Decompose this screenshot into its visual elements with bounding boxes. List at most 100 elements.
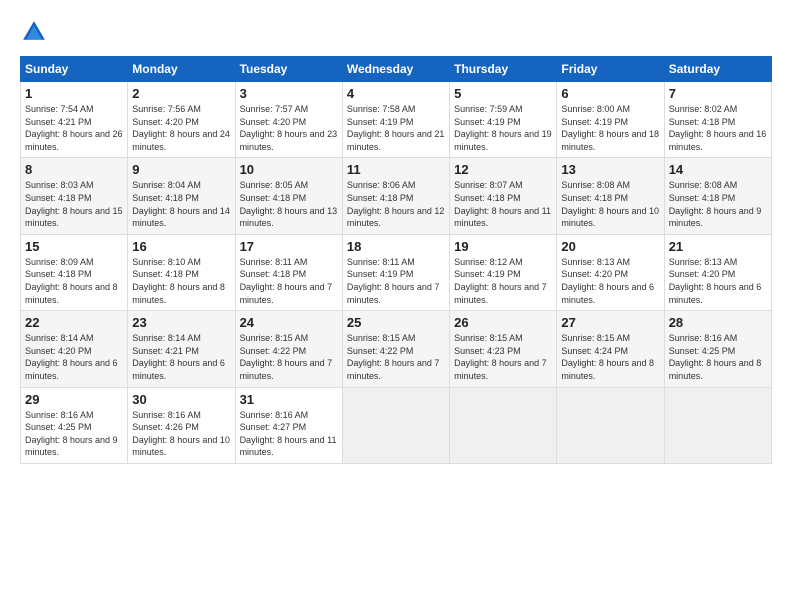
cell-info: Sunrise: 8:12 AM Sunset: 4:19 PM Dayligh… — [454, 256, 552, 306]
calendar-cell: 24 Sunrise: 8:15 AM Sunset: 4:22 PM Dayli… — [235, 311, 342, 387]
cell-info: Sunrise: 8:11 AM Sunset: 4:19 PM Dayligh… — [347, 256, 445, 306]
cell-info: Sunrise: 8:15 AM Sunset: 4:22 PM Dayligh… — [347, 332, 445, 382]
calendar-cell: 15Sunrise: 8:09 AM Sunset: 4:18 PM Dayli… — [21, 234, 128, 310]
day-number: 3 — [240, 86, 338, 101]
col-header-wednesday: Wednesday — [342, 57, 449, 82]
cell-info: Sunrise: 8:14 AM Sunset: 4:20 PM Dayligh… — [25, 332, 123, 382]
day-number: 31 — [240, 392, 338, 407]
cell-info: Sunrise: 8:14 AM Sunset: 4:21 PM Dayligh… — [132, 332, 230, 382]
day-number: 11 — [347, 162, 445, 177]
cell-info: Sunrise: 8:16 AM Sunset: 4:25 PM Dayligh… — [669, 332, 767, 382]
day-number: 30 — [132, 392, 230, 407]
day-number: 27 — [561, 315, 659, 330]
cell-info: Sunrise: 8:08 AM Sunset: 4:18 PM Dayligh… — [561, 179, 659, 229]
week-row-2: 8Sunrise: 8:03 AM Sunset: 4:18 PM Daylig… — [21, 158, 772, 234]
calendar-cell — [664, 387, 771, 463]
calendar-cell: 5 Sunrise: 7:59 AM Sunset: 4:19 PM Daylig… — [450, 82, 557, 158]
cell-info: Sunrise: 8:15 AM Sunset: 4:23 PM Dayligh… — [454, 332, 552, 382]
col-header-saturday: Saturday — [664, 57, 771, 82]
calendar-cell: 18 Sunrise: 8:11 AM Sunset: 4:19 PM Dayli… — [342, 234, 449, 310]
cell-info: Sunrise: 8:03 AM Sunset: 4:18 PM Dayligh… — [25, 179, 123, 229]
calendar-cell: 12Sunrise: 8:07 AM Sunset: 4:18 PM Dayli… — [450, 158, 557, 234]
calendar-cell: 28Sunrise: 8:16 AM Sunset: 4:25 PM Dayli… — [664, 311, 771, 387]
calendar-table: SundayMondayTuesdayWednesdayThursdayFrid… — [20, 56, 772, 464]
day-number: 19 — [454, 239, 552, 254]
cell-info: Sunrise: 7:58 AM Sunset: 4:19 PM Dayligh… — [347, 103, 445, 153]
calendar-cell: 25 Sunrise: 8:15 AM Sunset: 4:22 PM Dayli… — [342, 311, 449, 387]
calendar-cell — [557, 387, 664, 463]
cell-info: Sunrise: 8:06 AM Sunset: 4:18 PM Dayligh… — [347, 179, 445, 229]
day-number: 9 — [132, 162, 230, 177]
cell-info: Sunrise: 8:07 AM Sunset: 4:18 PM Dayligh… — [454, 179, 552, 229]
logo — [20, 18, 52, 46]
day-number: 14 — [669, 162, 767, 177]
day-number: 1 — [25, 86, 123, 101]
day-number: 20 — [561, 239, 659, 254]
cell-info: Sunrise: 8:16 AM Sunset: 4:26 PM Dayligh… — [132, 409, 230, 459]
cell-info: Sunrise: 8:00 AM Sunset: 4:19 PM Dayligh… — [561, 103, 659, 153]
day-number: 29 — [25, 392, 123, 407]
calendar-cell: 29 Sunrise: 8:16 AM Sunset: 4:25 PM Dayli… — [21, 387, 128, 463]
day-number: 7 — [669, 86, 767, 101]
cell-info: Sunrise: 8:04 AM Sunset: 4:18 PM Dayligh… — [132, 179, 230, 229]
calendar-cell: 27 Sunrise: 8:15 AM Sunset: 4:24 PM Dayli… — [557, 311, 664, 387]
col-header-thursday: Thursday — [450, 57, 557, 82]
cell-info: Sunrise: 8:15 AM Sunset: 4:24 PM Dayligh… — [561, 332, 659, 382]
calendar-cell: 6 Sunrise: 8:00 AM Sunset: 4:19 PM Daylig… — [557, 82, 664, 158]
day-number: 6 — [561, 86, 659, 101]
calendar-cell: 30 Sunrise: 8:16 AM Sunset: 4:26 PM Dayli… — [128, 387, 235, 463]
page: SundayMondayTuesdayWednesdayThursdayFrid… — [0, 0, 792, 612]
cell-info: Sunrise: 8:10 AM Sunset: 4:18 PM Dayligh… — [132, 256, 230, 306]
cell-info: Sunrise: 7:57 AM Sunset: 4:20 PM Dayligh… — [240, 103, 338, 153]
header — [20, 18, 772, 46]
calendar-cell: 10 Sunrise: 8:05 AM Sunset: 4:18 PM Dayli… — [235, 158, 342, 234]
calendar-cell — [450, 387, 557, 463]
day-number: 2 — [132, 86, 230, 101]
calendar-cell: 16 Sunrise: 8:10 AM Sunset: 4:18 PM Dayli… — [128, 234, 235, 310]
cell-info: Sunrise: 8:16 AM Sunset: 4:25 PM Dayligh… — [25, 409, 123, 459]
calendar-cell: 7Sunrise: 8:02 AM Sunset: 4:18 PM Daylig… — [664, 82, 771, 158]
col-header-sunday: Sunday — [21, 57, 128, 82]
week-row-4: 22 Sunrise: 8:14 AM Sunset: 4:20 PM Dayli… — [21, 311, 772, 387]
cell-info: Sunrise: 8:09 AM Sunset: 4:18 PM Dayligh… — [25, 256, 123, 306]
day-number: 5 — [454, 86, 552, 101]
calendar-cell: 31Sunrise: 8:16 AM Sunset: 4:27 PM Dayli… — [235, 387, 342, 463]
day-number: 22 — [25, 315, 123, 330]
week-row-3: 15Sunrise: 8:09 AM Sunset: 4:18 PM Dayli… — [21, 234, 772, 310]
calendar-cell: 4 Sunrise: 7:58 AM Sunset: 4:19 PM Daylig… — [342, 82, 449, 158]
day-number: 4 — [347, 86, 445, 101]
calendar-cell: 2 Sunrise: 7:56 AM Sunset: 4:20 PM Daylig… — [128, 82, 235, 158]
col-header-tuesday: Tuesday — [235, 57, 342, 82]
calendar-cell: 8Sunrise: 8:03 AM Sunset: 4:18 PM Daylig… — [21, 158, 128, 234]
day-number: 13 — [561, 162, 659, 177]
week-row-5: 29 Sunrise: 8:16 AM Sunset: 4:25 PM Dayli… — [21, 387, 772, 463]
cell-info: Sunrise: 7:56 AM Sunset: 4:20 PM Dayligh… — [132, 103, 230, 153]
cell-info: Sunrise: 7:59 AM Sunset: 4:19 PM Dayligh… — [454, 103, 552, 153]
day-number: 18 — [347, 239, 445, 254]
day-number: 25 — [347, 315, 445, 330]
calendar-cell — [342, 387, 449, 463]
cell-info: Sunrise: 8:13 AM Sunset: 4:20 PM Dayligh… — [561, 256, 659, 306]
col-header-monday: Monday — [128, 57, 235, 82]
col-header-friday: Friday — [557, 57, 664, 82]
day-number: 17 — [240, 239, 338, 254]
header-row: SundayMondayTuesdayWednesdayThursdayFrid… — [21, 57, 772, 82]
calendar-cell: 23 Sunrise: 8:14 AM Sunset: 4:21 PM Dayli… — [128, 311, 235, 387]
day-number: 16 — [132, 239, 230, 254]
cell-info: Sunrise: 8:15 AM Sunset: 4:22 PM Dayligh… — [240, 332, 338, 382]
day-number: 26 — [454, 315, 552, 330]
cell-info: Sunrise: 8:08 AM Sunset: 4:18 PM Dayligh… — [669, 179, 767, 229]
calendar-cell: 13 Sunrise: 8:08 AM Sunset: 4:18 PM Dayli… — [557, 158, 664, 234]
cell-info: Sunrise: 7:54 AM Sunset: 4:21 PM Dayligh… — [25, 103, 123, 153]
cell-info: Sunrise: 8:11 AM Sunset: 4:18 PM Dayligh… — [240, 256, 338, 306]
week-row-1: 1 Sunrise: 7:54 AM Sunset: 4:21 PM Daylig… — [21, 82, 772, 158]
calendar-cell: 9 Sunrise: 8:04 AM Sunset: 4:18 PM Daylig… — [128, 158, 235, 234]
day-number: 23 — [132, 315, 230, 330]
calendar-cell: 1 Sunrise: 7:54 AM Sunset: 4:21 PM Daylig… — [21, 82, 128, 158]
day-number: 24 — [240, 315, 338, 330]
cell-info: Sunrise: 8:05 AM Sunset: 4:18 PM Dayligh… — [240, 179, 338, 229]
calendar-cell: 26 Sunrise: 8:15 AM Sunset: 4:23 PM Dayli… — [450, 311, 557, 387]
calendar-cell: 22 Sunrise: 8:14 AM Sunset: 4:20 PM Dayli… — [21, 311, 128, 387]
day-number: 10 — [240, 162, 338, 177]
calendar-cell: 17 Sunrise: 8:11 AM Sunset: 4:18 PM Dayli… — [235, 234, 342, 310]
